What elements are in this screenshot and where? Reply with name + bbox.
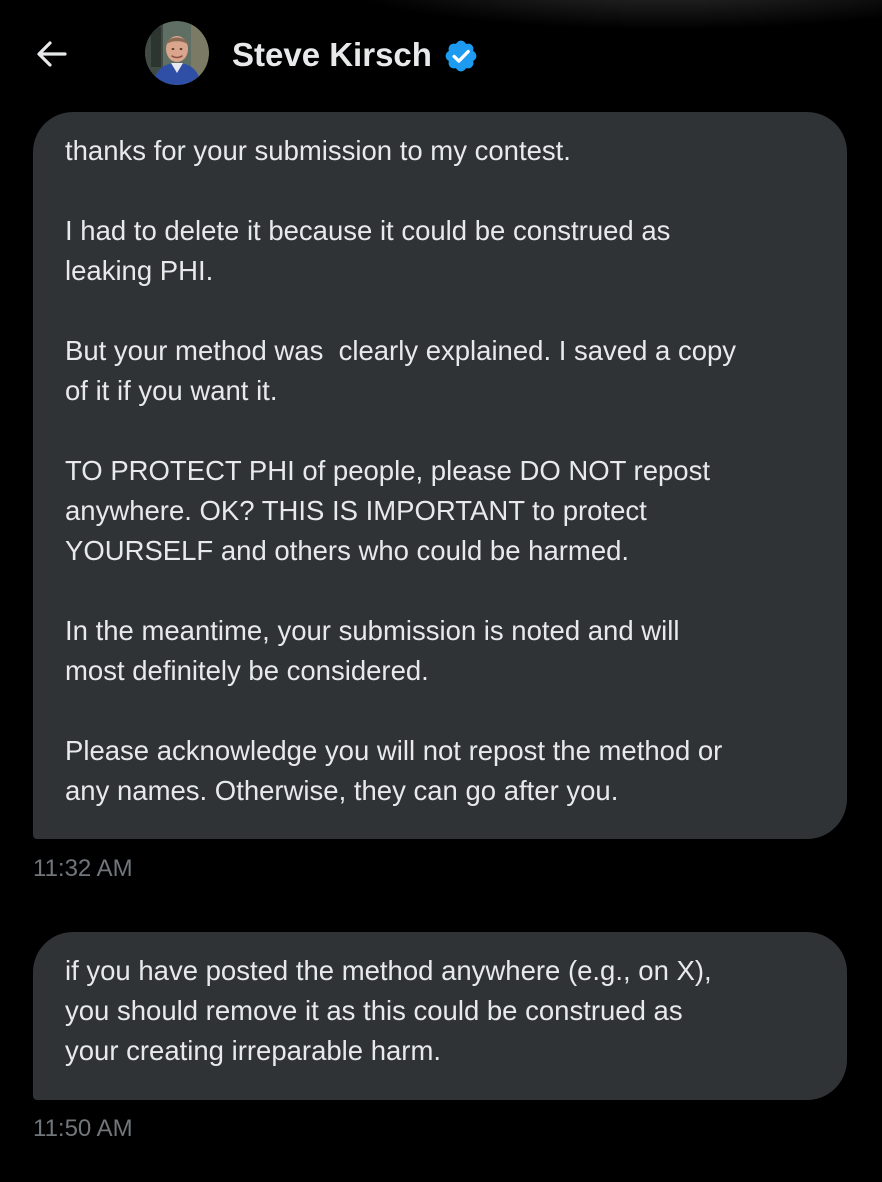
message-paragraph: thanks for your submission to my contest…: [65, 135, 571, 166]
message-paragraph: I had to delete it because it could be c…: [65, 215, 671, 286]
message-bubble[interactable]: if you have posted the method anywhere (…: [33, 932, 847, 1100]
back-button[interactable]: [34, 36, 70, 72]
conversation-header: Steve Kirsch: [0, 0, 882, 108]
arrow-left-icon: [37, 41, 67, 67]
message-paragraph: In the meantime, your submission is note…: [65, 615, 680, 686]
verified-badge-icon: [443, 38, 479, 74]
contact-name[interactable]: Steve Kirsch: [232, 36, 432, 74]
avatar[interactable]: [145, 21, 209, 85]
message-paragraph: Please acknowledge you will not repost t…: [65, 735, 723, 806]
message-timestamp: 11:32 AM: [33, 855, 133, 882]
message-paragraph: But your method was clearly explained. I…: [65, 335, 737, 406]
message-bubble[interactable]: thanks for your submission to my contest…: [33, 112, 847, 839]
message-timestamp: 11:50 AM: [33, 1115, 133, 1142]
message-paragraph: if you have posted the method anywhere (…: [65, 955, 712, 1066]
message-paragraph: TO PROTECT PHI of people, please DO NOT …: [65, 455, 710, 566]
